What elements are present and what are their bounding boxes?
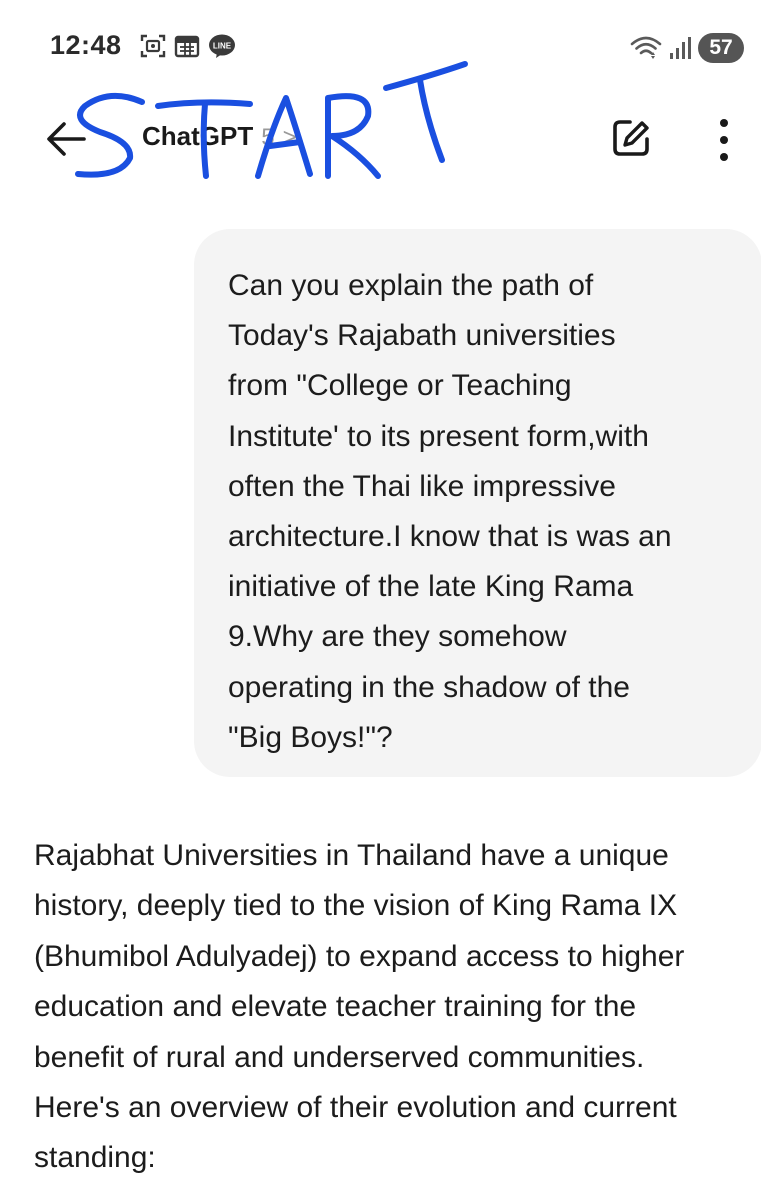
user-message-text: Can you explain the path of Today's Raja… [228,269,672,754]
app-header: ChatGPT 5 > [0,95,761,185]
header-title: ChatGPT [142,121,254,151]
cellular-signal-icon [670,37,691,59]
calendar-icon [174,35,200,58]
model-version: 5 [261,124,275,151]
new-chat-icon[interactable] [610,117,652,159]
model-selector[interactable]: ChatGPT 5 > [142,121,297,152]
wifi-icon [630,36,662,59]
more-options-icon[interactable] [712,117,736,163]
battery-indicator: 57 [698,33,744,63]
line-app-icon: LINE [209,34,235,58]
line-badge-text: LINE [213,42,232,51]
assistant-message-text: Rajabhat Universities in Thailand have a… [34,839,685,1175]
screenshot-icon [140,34,166,58]
notification-icons: LINE [140,33,236,59]
system-indicators: 57 [630,33,744,63]
back-arrow-icon[interactable] [44,119,88,159]
battery-level: 57 [709,36,733,59]
status-time: 12:48 [50,30,122,60]
user-message-bubble: Can you explain the path of Today's Raja… [194,229,761,777]
chevron-right-icon: > [282,124,297,151]
status-bar: 12:48 LINE 57 [0,0,761,90]
